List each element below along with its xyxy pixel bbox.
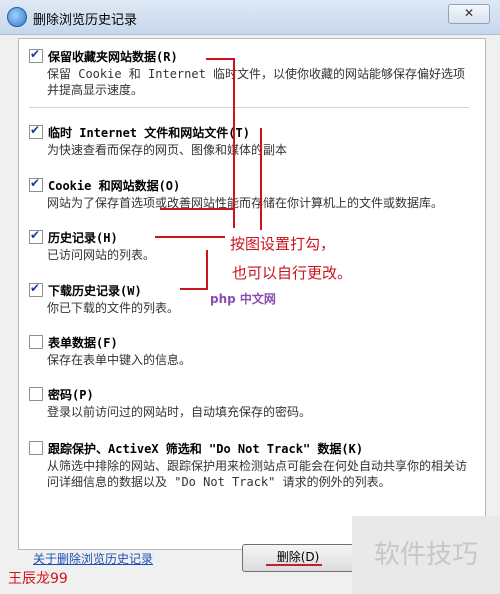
option-temp-files[interactable]: 临时 Internet 文件和网站文件(T) 为快速查看而保存的网页、图像和媒体… [29,123,477,158]
option-desc: 网站为了保存首选项或改善网站性能而存储在你计算机上的文件或数据库。 [47,196,444,210]
option-title: 历史记录(H) [48,230,118,245]
option-tracking-protection[interactable]: 跟踪保护、ActiveX 筛选和 "Do Not Track" 数据(K) 从筛… [29,439,477,490]
option-desc: 保存在表单中键入的信息。 [47,353,192,367]
option-cookies[interactable]: Cookie 和网站数据(O) 网站为了保存首选项或改善网站性能而存储在你计算机… [29,176,477,211]
option-title: 表单数据(F) [48,335,118,350]
favorites-checkbox[interactable] [29,47,43,63]
download-history-checkbox[interactable] [29,281,43,297]
option-form-data[interactable]: 表单数据(F) 保存在表单中键入的信息。 [29,333,477,368]
option-title: Cookie 和网站数据(O) [48,178,181,193]
option-title: 下载历史记录(W) [48,283,142,298]
cookies-checkbox[interactable] [29,176,43,192]
author-watermark: 王辰龙99 [8,571,68,587]
option-desc: 从筛选中排除的网站、跟踪保护用来检测站点可能会在何处自动共享你的相关访问详细信息… [47,459,468,489]
php-watermark: php 中文网 [210,292,276,306]
annotation-text-2: 也可以自行更改。 [232,264,353,282]
option-favorites[interactable]: 保留收藏夹网站数据(R) 保留 Cookie 和 Internet 临时文件，以… [29,47,477,98]
annotation-text-1: 按图设置打勾， [230,235,336,253]
close-button[interactable]: ✕ [448,4,490,24]
option-title: 跟踪保护、ActiveX 筛选和 "Do Not Track" 数据(K) [48,441,364,456]
option-desc: 保留 Cookie 和 Internet 临时文件，以使你收藏的网站能够保存偏好… [47,67,466,97]
annotation-line [206,58,234,60]
annotation-line [160,208,234,210]
option-passwords[interactable]: 密码(P) 登录以前访问过的网站时，自动填充保存的密码。 [29,385,477,420]
window-title: 删除浏览历史记录 [33,13,138,28]
option-title: 密码(P) [48,387,94,402]
option-desc: 登录以前访问过的网站时，自动填充保存的密码。 [47,405,312,419]
history-checkbox[interactable] [29,228,43,244]
about-delete-history-link[interactable]: 关于删除浏览历史记录 [33,550,153,567]
annotation-line [206,250,208,290]
annotation-line [155,236,225,238]
form-data-checkbox[interactable] [29,335,43,349]
option-desc: 为快速查看而保存的网页、图像和媒体的副本 [47,143,288,157]
annotation-line [260,128,262,230]
annotation-line [180,288,208,290]
software-tips-watermark: 软件技巧 [352,516,500,594]
annotation-line [233,58,235,228]
delete-button[interactable]: 删除(D) [242,544,354,572]
temp-files-checkbox[interactable] [29,123,43,139]
option-title: 保留收藏夹网站数据(R) [48,49,178,64]
ie-icon [7,7,27,27]
title-bar: 删除浏览历史记录 ✕ [0,0,500,35]
passwords-checkbox[interactable] [29,387,43,401]
separator [29,107,469,108]
tracking-checkbox[interactable] [29,441,43,455]
annotation-underline [266,564,322,566]
option-title: 临时 Internet 文件和网站文件(T) [48,125,250,140]
